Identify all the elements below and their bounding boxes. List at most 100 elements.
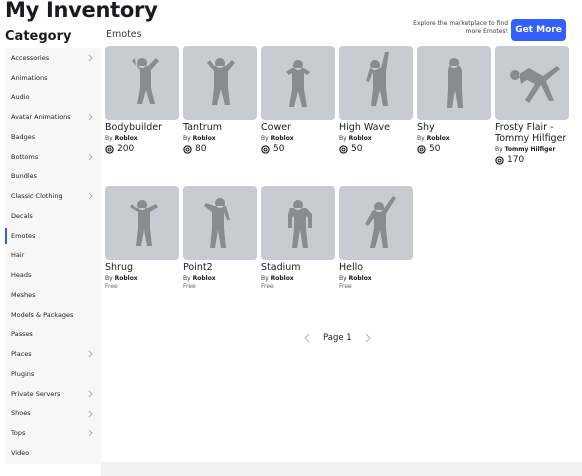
item-name[interactable]: Shrug	[105, 262, 179, 273]
sidebar-item-avatar-animations[interactable]: Avatar Animations	[5, 107, 101, 127]
sidebar-item-meshes[interactable]: Meshes	[5, 285, 101, 305]
item-card-tantrum[interactable]: Tantrum By Roblox 80	[183, 46, 257, 154]
robux-icon	[495, 155, 504, 165]
sidebar-item-label: Avatar Animations	[11, 113, 71, 122]
item-name[interactable]: Hello	[339, 262, 413, 273]
creator-name[interactable]: Tommy Hilfiger	[505, 146, 556, 153]
sidebar-item-bottoms[interactable]: Bottoms	[5, 147, 101, 167]
avatar-figure-icon	[365, 196, 396, 248]
item-thumbnail[interactable]	[417, 46, 491, 120]
creator-name[interactable]: Roblox	[271, 135, 294, 142]
sidebar-item-emotes[interactable]: Emotes	[5, 226, 101, 246]
item-creator: By Roblox	[183, 275, 257, 282]
get-more-button[interactable]: Get More	[511, 19, 566, 41]
item-creator: By Roblox	[261, 135, 335, 142]
by-label: By	[417, 135, 425, 142]
item-price: 170	[495, 155, 569, 165]
item-name[interactable]: Bodybuilder	[105, 122, 179, 133]
creator-name[interactable]: Roblox	[115, 135, 138, 142]
item-price: 50	[339, 144, 413, 154]
item-thumbnail[interactable]	[183, 46, 257, 120]
item-thumbnail[interactable]	[183, 186, 257, 260]
avatar-figure-icon	[207, 58, 235, 105]
sidebar-item-hair[interactable]: Hair	[5, 246, 101, 266]
by-label: By	[339, 135, 347, 142]
sidebar-item-accessories[interactable]: Accessories	[5, 48, 101, 68]
sidebar-item-plugins[interactable]: Plugins	[5, 364, 101, 384]
sidebar-item-shoes[interactable]: Shoes	[5, 404, 101, 424]
item-name[interactable]: High Wave	[339, 122, 413, 133]
item-thumbnail[interactable]	[261, 46, 335, 120]
item-card-shrug[interactable]: Shrug By Roblox Free	[105, 186, 179, 290]
next-page-icon[interactable]	[364, 333, 372, 343]
sidebar-item-bundles[interactable]: Bundles	[5, 167, 101, 187]
price-value: 80	[195, 144, 207, 154]
sidebar-item-label: Animations	[11, 73, 48, 82]
item-name[interactable]: Tantrum	[183, 122, 257, 133]
sidebar-item-label: Places	[11, 350, 32, 359]
creator-name[interactable]: Roblox	[193, 275, 216, 282]
chevron-right-icon	[88, 113, 93, 121]
sidebar-item-models-packages[interactable]: Models & Packages	[5, 305, 101, 325]
sidebar-item-heads[interactable]: Heads	[5, 265, 101, 285]
chevron-right-icon	[88, 429, 93, 437]
item-name[interactable]: Point2	[183, 262, 257, 273]
item-name[interactable]: Cower	[261, 122, 335, 133]
chevron-right-icon	[88, 192, 93, 200]
item-thumbnail[interactable]	[339, 186, 413, 260]
creator-name[interactable]: Roblox	[427, 135, 450, 142]
sidebar-item-label: Classic Clothing	[11, 192, 63, 201]
item-price: 50	[417, 144, 491, 154]
pagination: Page 1	[303, 333, 372, 343]
item-creator: By Roblox	[261, 275, 335, 282]
avatar-figure-icon	[204, 198, 230, 248]
item-card-high-wave[interactable]: High Wave By Roblox 50	[339, 46, 413, 154]
creator-name[interactable]: Roblox	[271, 275, 294, 282]
item-thumbnail[interactable]	[261, 186, 335, 260]
item-card-hello[interactable]: Hello By Roblox Free	[339, 186, 413, 290]
sidebar-item-animations[interactable]: Animations	[5, 68, 101, 88]
item-thumbnail[interactable]	[105, 46, 179, 120]
by-label: By	[495, 146, 503, 153]
sidebar-item-video[interactable]: Video	[5, 443, 101, 463]
sidebar-item-tops[interactable]: Tops	[5, 423, 101, 443]
sidebar-item-label: Meshes	[11, 290, 36, 299]
chevron-right-icon	[88, 390, 93, 398]
price-value: 50	[429, 144, 441, 154]
sidebar-item-audio[interactable]: Audio	[5, 88, 101, 108]
item-thumbnail[interactable]	[495, 46, 569, 120]
item-card-point2[interactable]: Point2 By Roblox Free	[183, 186, 257, 290]
sidebar-item-private-servers[interactable]: Private Servers	[5, 384, 101, 404]
sidebar-item-label: Models & Packages	[11, 310, 74, 319]
item-card-bodybuilder[interactable]: Bodybuilder By Roblox 200	[105, 46, 179, 154]
footer-bar	[101, 462, 582, 476]
by-label: By	[261, 275, 269, 282]
sidebar-item-passes[interactable]: Passes	[5, 325, 101, 345]
sidebar-item-classic-clothing[interactable]: Classic Clothing	[5, 186, 101, 206]
item-name[interactable]: Stadium	[261, 262, 335, 273]
sidebar-item-decals[interactable]: Decals	[5, 206, 101, 226]
item-creator: By Roblox	[339, 135, 413, 142]
creator-name[interactable]: Roblox	[349, 275, 372, 282]
item-name[interactable]: Frosty Flair - Tommy Hilfiger	[495, 122, 569, 144]
item-card-shy[interactable]: Shy By Roblox 50	[417, 46, 491, 154]
creator-name[interactable]: Roblox	[193, 135, 216, 142]
creator-name[interactable]: Roblox	[349, 135, 372, 142]
item-card-cower[interactable]: Cower By Roblox 50	[261, 46, 335, 154]
price-value: 170	[507, 155, 525, 165]
sidebar-item-badges[interactable]: Badges	[5, 127, 101, 147]
previous-page-icon[interactable]	[303, 333, 311, 343]
creator-name[interactable]: Roblox	[115, 275, 138, 282]
sidebar-item-label: Audio	[11, 93, 30, 102]
item-thumbnail[interactable]	[339, 46, 413, 120]
item-price: Free	[183, 283, 196, 290]
sidebar-item-label: Bundles	[11, 172, 38, 181]
category-sidebar: Accessories Animations Audio Avatar Animati…	[5, 48, 101, 464]
item-name[interactable]: Shy	[417, 122, 491, 133]
sidebar-item-places[interactable]: Places	[5, 344, 101, 364]
item-thumbnail[interactable]	[105, 186, 179, 260]
chevron-right-icon	[88, 350, 93, 358]
avatar-figure-icon	[366, 52, 389, 106]
item-card-frosty-flair-tommy-hilfiger[interactable]: Frosty Flair - Tommy Hilfiger By Tommy Hi…	[495, 46, 569, 165]
item-card-stadium[interactable]: Stadium By Roblox Free	[261, 186, 335, 290]
